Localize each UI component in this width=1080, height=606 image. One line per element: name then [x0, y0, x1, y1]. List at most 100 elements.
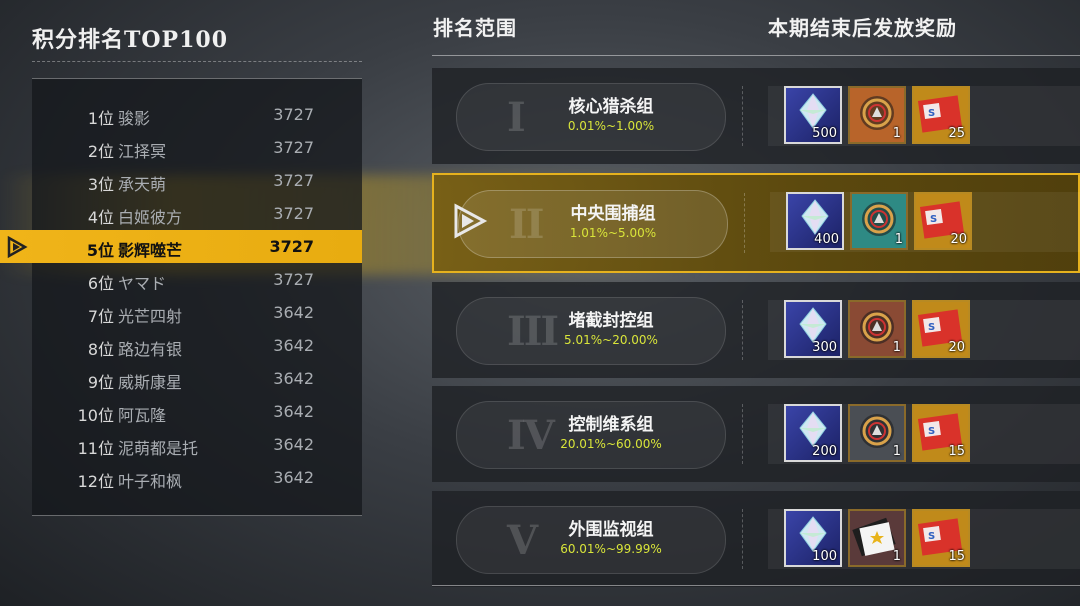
tier-pill: I 核心猎杀组 0.01%~1.00% — [456, 83, 726, 151]
crystal-reward[interactable]: 300 — [784, 300, 842, 358]
ticket-reward[interactable]: S 15 — [912, 404, 970, 462]
reward-tier[interactable]: IV 控制维系组 20.01%~60.00% 200 1 S 15 — [432, 386, 1080, 482]
leaderboard-row[interactable]: 12位 叶子和枫 3642 — [32, 461, 362, 494]
svg-text:S: S — [928, 426, 935, 437]
crystal-reward[interactable]: 400 — [786, 192, 844, 250]
rank-pos: 1位 — [87, 109, 114, 128]
tier-pill: IV 控制维系组 20.01%~60.00% — [456, 401, 726, 469]
rank-score: 3642 — [273, 336, 314, 355]
leaderboard-row[interactable]: 11位 泥萌都是托 3642 — [32, 428, 362, 461]
reward-tier[interactable]: V 外围监视组 60.01%~99.99% 100 1 S 15 — [432, 491, 1080, 587]
medal-reward[interactable]: 1 — [848, 86, 906, 144]
tier-separator — [744, 193, 745, 253]
rank-pos: 5位 — [86, 241, 114, 260]
reward-quantity: 1 — [892, 340, 901, 355]
rank-pos: 8位 — [87, 340, 114, 359]
rank-score: 3727 — [273, 204, 314, 223]
leaderboard-row[interactable]: 6位 ヤマド 3727 — [32, 263, 362, 296]
rank-score: 3642 — [273, 468, 314, 487]
rank-name: 承天萌 — [118, 175, 167, 194]
current-tier-arrow-icon — [454, 203, 488, 239]
reward-quantity: 1 — [892, 444, 901, 459]
crystal-reward[interactable]: 500 — [784, 86, 842, 144]
tier-pill: III 堵截封控组 5.01%~20.00% — [456, 297, 726, 365]
reward-quantity: 20 — [950, 232, 967, 247]
rank-score: 3727 — [273, 105, 314, 124]
rank-score: 3642 — [273, 435, 314, 454]
reward-quantity: 20 — [948, 340, 965, 355]
rank-score: 3642 — [273, 369, 314, 388]
rank-score: 3727 — [273, 270, 314, 289]
reward-quantity: 400 — [814, 232, 839, 247]
tier-name: 堵截封控组 — [568, 311, 654, 331]
footer-divider — [432, 585, 1080, 586]
leaderboard-row[interactable]: 2位 江择冥 3727 — [32, 131, 362, 164]
rank-name: 白姬彼方 — [118, 208, 183, 227]
tier-separator — [742, 86, 743, 146]
rewards-header: 本期结束后发放奖励 — [768, 16, 957, 40]
medal-reward[interactable]: 1 — [848, 404, 906, 462]
tier-separator — [742, 300, 743, 360]
rank-name: 影辉噬芒 — [118, 241, 183, 260]
rank-name: 泥萌都是托 — [118, 439, 199, 458]
tier-name: 中央围捕组 — [570, 204, 656, 224]
reward-quantity: 1 — [894, 232, 903, 247]
leaderboard-row[interactable]: 5位 影辉噬芒 3727 — [0, 230, 362, 263]
tier-separator — [742, 509, 743, 569]
reward-tier[interactable]: II 中央围捕组 1.01%~5.00% 400 1 S 20 — [432, 173, 1080, 273]
rank-name: ヤマド — [118, 274, 167, 293]
tier-pill: V 外围监视组 60.01%~99.99% — [456, 506, 726, 574]
crystal-reward[interactable]: 200 — [784, 404, 842, 462]
rank-pos: 9位 — [87, 373, 114, 392]
reward-tier[interactable]: III 堵截封控组 5.01%~20.00% 300 1 S 20 — [432, 282, 1080, 378]
reward-quantity: 1 — [892, 126, 901, 141]
reward-quantity: 1 — [892, 549, 901, 564]
leaderboard-row[interactable]: 3位 承天萌 3727 — [32, 164, 362, 197]
rank-pos: 11位 — [77, 439, 114, 458]
reward-quantity: 25 — [948, 126, 965, 141]
reward-quantity: 200 — [812, 444, 837, 459]
tier-range: 20.01%~60.00% — [560, 437, 662, 451]
rank-pos: 6位 — [87, 274, 114, 293]
reward-tier[interactable]: I 核心猎杀组 0.01%~1.00% 500 1 S 25 — [432, 68, 1080, 164]
ticket-reward[interactable]: S 20 — [914, 192, 972, 250]
tier-range: 5.01%~20.00% — [564, 333, 658, 347]
crystal-reward[interactable]: 100 — [784, 509, 842, 567]
ticket-reward[interactable]: S 25 — [912, 86, 970, 144]
current-rank-arrow-icon — [7, 236, 28, 258]
rank-pos: 10位 — [77, 406, 114, 425]
card-reward[interactable]: 1 — [848, 509, 906, 567]
leaderboard-title: 积分排名TOP100 — [32, 27, 229, 53]
leaderboard-row[interactable]: 1位 骏影 3727 — [32, 98, 362, 131]
rank-name: 路边有银 — [118, 340, 183, 359]
header-divider — [432, 55, 1080, 56]
rank-name: 阿瓦隆 — [118, 406, 167, 425]
rank-name: 骏影 — [118, 109, 151, 128]
range-header: 排名范围 — [433, 16, 517, 40]
rank-pos: 3位 — [87, 175, 114, 194]
tier-range: 0.01%~1.00% — [567, 119, 655, 133]
leaderboard-row[interactable]: 4位 白姬彼方 3727 — [32, 197, 362, 230]
reward-quantity: 15 — [948, 444, 965, 459]
tier-separator — [742, 404, 743, 464]
rank-name: 光芒四射 — [118, 307, 183, 326]
leaderboard-row[interactable]: 7位 光芒四射 3642 — [32, 296, 362, 329]
rank-name: 叶子和枫 — [118, 472, 183, 491]
leaderboard-list[interactable]: 1位 骏影 3727 2位 江择冥 3727 3位 承天萌 3727 4位 白姬彼方 3727 5位 影辉… — [0, 78, 362, 516]
leaderboard-row[interactable]: 10位 阿瓦隆 3642 — [32, 395, 362, 428]
reward-quantity: 500 — [812, 126, 837, 141]
tier-range: 60.01%~99.99% — [560, 542, 662, 556]
leaderboard-row[interactable]: 9位 威斯康星 3642 — [32, 362, 362, 395]
title-divider — [32, 61, 362, 62]
rank-score: 3642 — [273, 402, 314, 421]
medal-reward[interactable]: 1 — [848, 300, 906, 358]
ticket-reward[interactable]: S 15 — [912, 509, 970, 567]
rank-pos: 4位 — [87, 208, 114, 227]
svg-text:S: S — [930, 214, 937, 225]
tier-pill: II 中央围捕组 1.01%~5.00% — [458, 190, 728, 258]
leaderboard-row[interactable]: 8位 路边有银 3642 — [32, 329, 362, 362]
rank-name: 威斯康星 — [118, 373, 183, 392]
ticket-reward[interactable]: S 20 — [912, 300, 970, 358]
medal-reward[interactable]: 1 — [850, 192, 908, 250]
rank-pos: 7位 — [87, 307, 114, 326]
